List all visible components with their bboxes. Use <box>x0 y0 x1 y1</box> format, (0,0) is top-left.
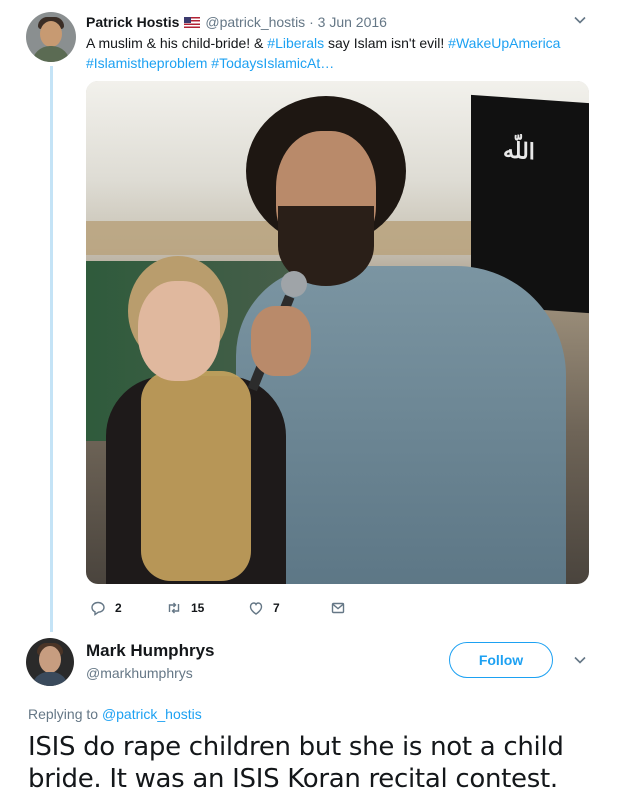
chevron-down-icon[interactable] <box>573 14 587 28</box>
photo-microphone-head <box>281 271 307 297</box>
hashtag-link[interactable]: #WakeUpAmerica <box>448 35 560 51</box>
avatar[interactable] <box>26 638 74 686</box>
tweet-header: Patrick Hostis @patrick_hostis · 3 Jun 20… <box>86 13 387 31</box>
avatar-face <box>39 646 61 673</box>
replying-to-label: Replying to <box>28 706 102 722</box>
direct-message-icon <box>331 602 345 614</box>
reply-button[interactable]: 2 <box>90 598 122 618</box>
tweet-text: A muslim & his child-bride! & #Liberals … <box>86 33 586 73</box>
like-count: 7 <box>273 601 280 615</box>
flag-us-icon <box>184 17 201 28</box>
tweet-text-segment: A muslim & his child-bride! & <box>86 35 268 51</box>
hashtag-link[interactable]: #Islamistheproblem <box>86 55 207 71</box>
replying-to-line: Replying to @patrick_hostis <box>28 704 202 724</box>
reply-author-name[interactable]: Mark Humphrys <box>86 640 214 662</box>
retweet-button[interactable]: 15 <box>166 598 204 618</box>
reply-count: 2 <box>115 601 122 615</box>
like-icon <box>249 602 263 615</box>
author-handle[interactable]: @patrick_hostis <box>205 14 305 30</box>
reply-icon <box>91 601 105 616</box>
reply-author-handle[interactable]: @markhumphrys <box>86 664 193 682</box>
reply-tweet-text: ISIS do rape children but she is not a c… <box>28 732 564 794</box>
photo-hand <box>251 306 311 376</box>
avatar-body <box>32 46 70 62</box>
avatar-body <box>32 672 68 686</box>
avatar-face <box>40 21 62 47</box>
direct-message-button[interactable] <box>330 598 355 618</box>
thread-connector-line <box>50 66 53 632</box>
retweet-icon <box>168 602 180 614</box>
retweet-count: 15 <box>191 601 205 615</box>
replying-to-handle[interactable]: @patrick_hostis <box>102 706 202 722</box>
hashtag-link[interactable]: #TodaysIslamicAt… <box>211 55 334 71</box>
photo-flag-text: اللّه <box>503 137 535 166</box>
follow-button[interactable]: Follow <box>449 642 553 678</box>
chevron-down-icon[interactable] <box>573 654 587 668</box>
like-button[interactable]: 7 <box>248 598 280 618</box>
photo-girl-scarf <box>141 371 251 581</box>
tweet-date[interactable]: 3 Jun 2016 <box>318 14 387 30</box>
author-name[interactable]: Patrick Hostis <box>86 14 179 30</box>
photo-girl-face <box>138 281 220 381</box>
tweet-text-segment: say Islam isn't evil! <box>324 35 449 51</box>
avatar[interactable] <box>26 12 76 62</box>
separator-dot: · <box>309 14 314 30</box>
tweet-photo[interactable]: اللّه <box>86 81 589 584</box>
hashtag-link[interactable]: #Liberals <box>267 35 324 51</box>
